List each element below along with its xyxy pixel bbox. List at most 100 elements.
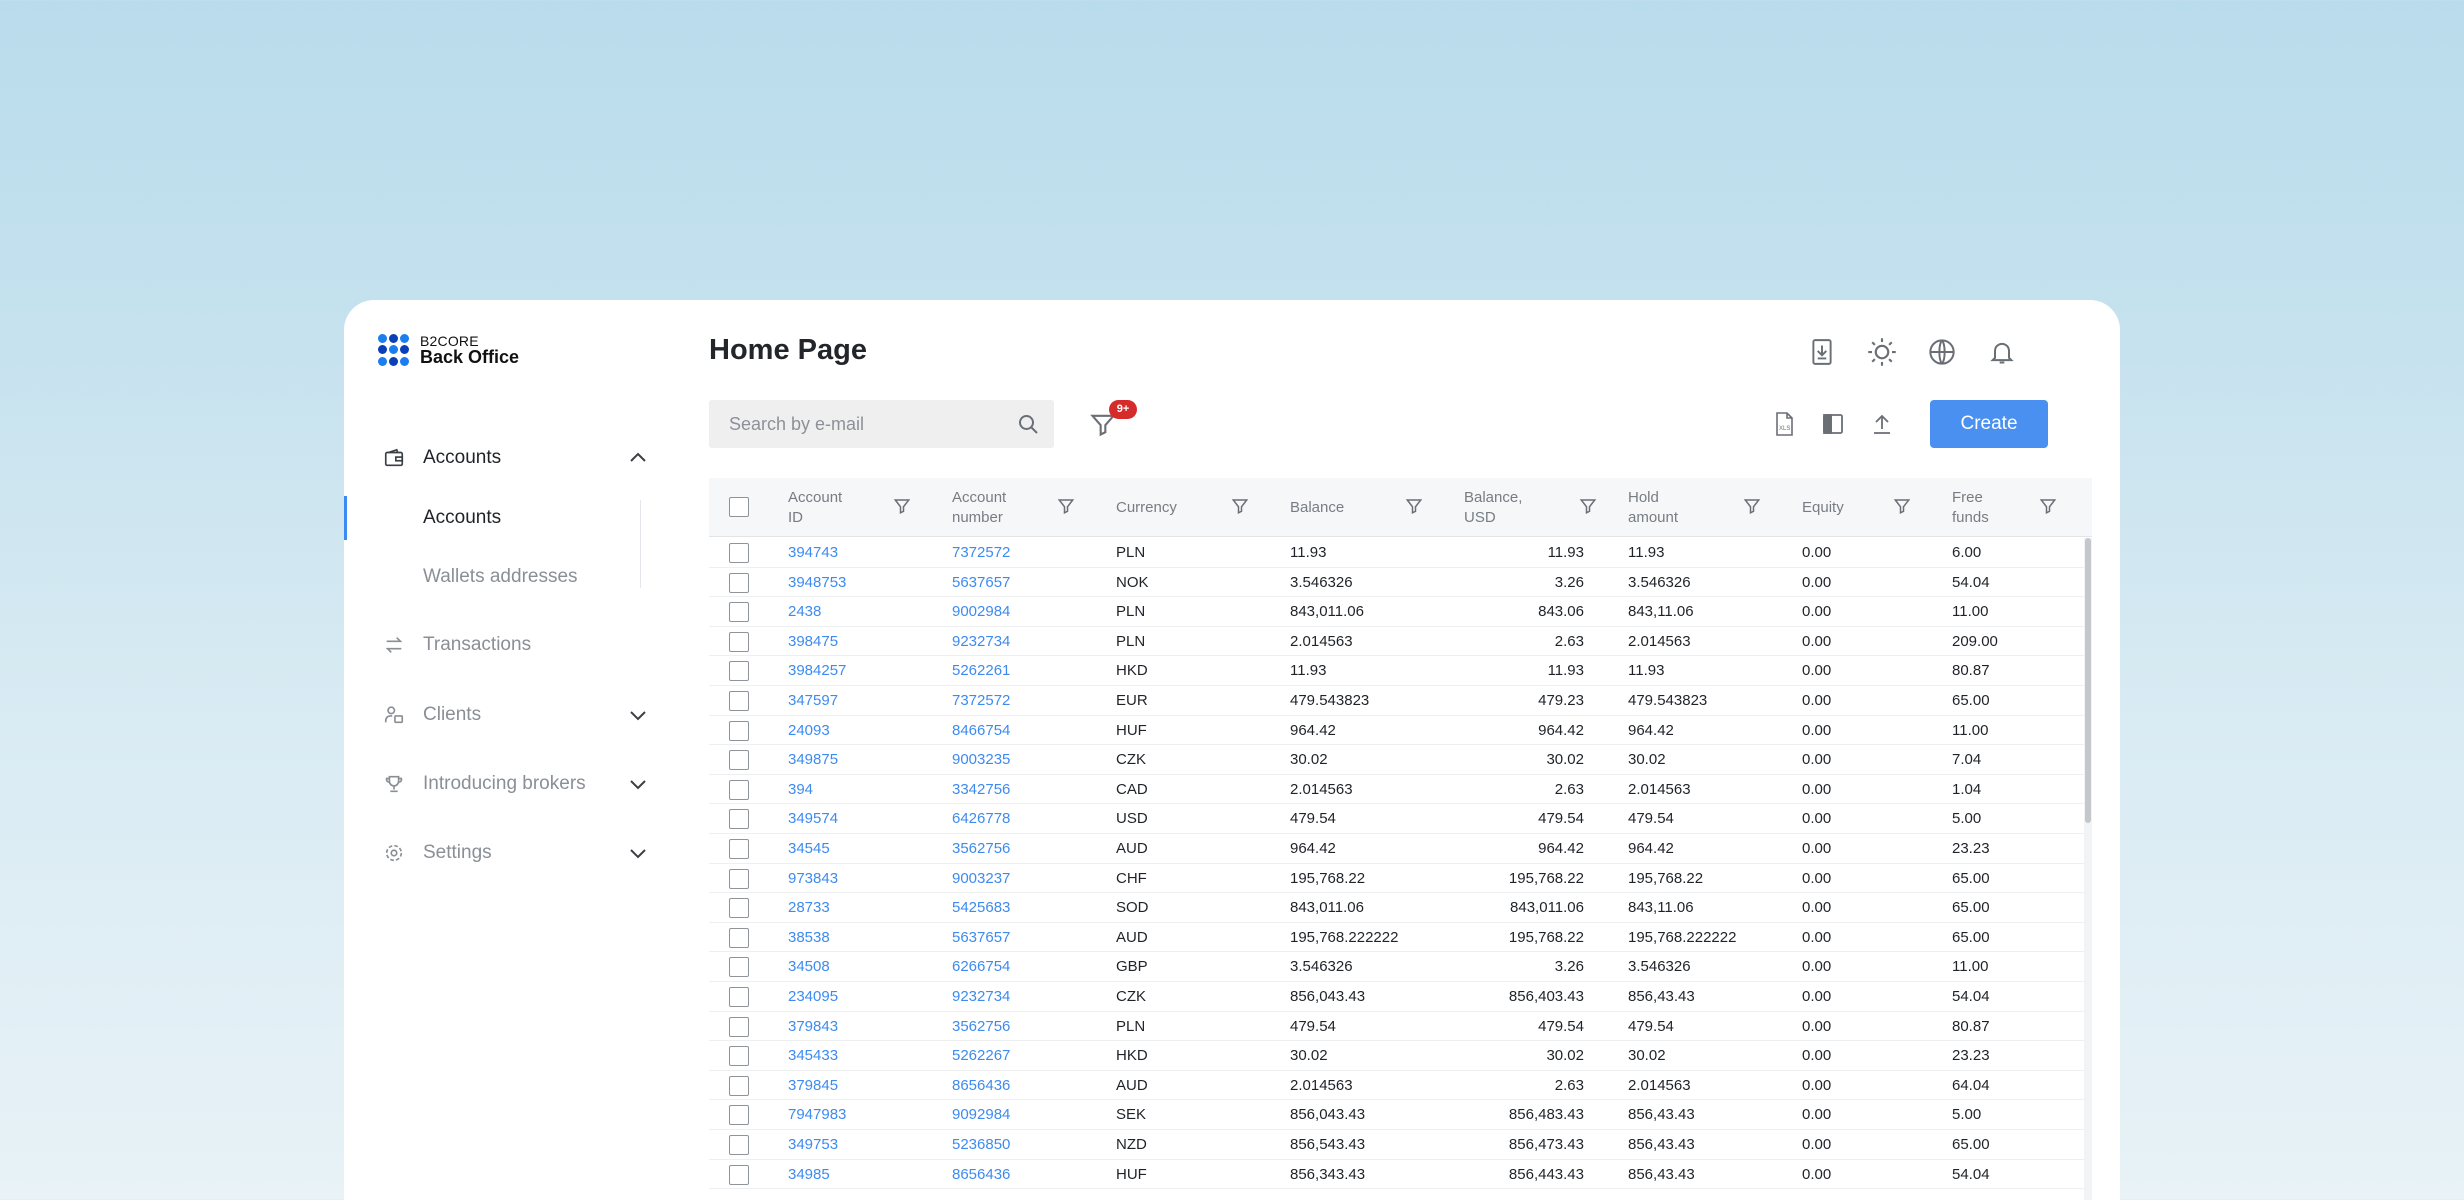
table-row[interactable]: 398475 9232734 PLN 2.014563 2.63 2.014563 0.00… — [709, 627, 2084, 657]
table-cell-link[interactable]: 3984257 — [788, 656, 846, 686]
row-checkbox[interactable] — [729, 720, 749, 741]
table-cell-link[interactable]: 3948753 — [788, 568, 846, 598]
table-cell-link[interactable]: 5262267 — [952, 1041, 1010, 1071]
row-checkbox[interactable] — [729, 1105, 749, 1126]
table-row[interactable]: 234095 9232734 CZK 856,043.43 856,403.43 856,… — [709, 982, 2084, 1012]
table-cell-link[interactable]: 349574 — [788, 804, 838, 834]
row-checkbox[interactable] — [729, 839, 749, 859]
row-checkbox[interactable] — [729, 1164, 749, 1185]
column-header[interactable]: Currency — [1116, 478, 1177, 537]
sidebar-item-transactions[interactable]: Transactions — [344, 623, 674, 667]
table-cell-link[interactable]: 7947983 — [788, 1100, 846, 1130]
column-filter-icon[interactable] — [893, 497, 913, 517]
table-cell-link[interactable]: 379845 — [788, 1071, 838, 1101]
row-checkbox[interactable] — [729, 750, 749, 771]
row-checkbox[interactable] — [729, 602, 749, 623]
column-header[interactable]: Equity — [1802, 478, 1844, 537]
table-cell-link[interactable]: 379843 — [788, 1012, 838, 1042]
column-filter-icon[interactable] — [1057, 497, 1077, 517]
table-cell-link[interactable]: 8466754 — [952, 716, 1010, 746]
table-row[interactable]: 394 3342756 CAD 2.014563 2.63 2.014563 0.00 1.0… — [709, 775, 2084, 805]
sidebar-subitem-wallets-addresses[interactable]: Wallets addresses — [344, 555, 644, 599]
table-cell-link[interactable]: 5637657 — [952, 568, 1010, 598]
table-cell-link[interactable]: 9232734 — [952, 627, 1010, 657]
table-row[interactable]: 28733 5425683 SOD 843,011.06 843,011.06 843,1… — [709, 893, 2084, 923]
table-cell-link[interactable]: 349753 — [788, 1130, 838, 1160]
table-cell-link[interactable]: 3562756 — [952, 834, 1010, 864]
table-row[interactable]: 349753 5236850 NZD 856,543.43 856,473.43 856,… — [709, 1130, 2084, 1160]
table-cell-link[interactable]: 9232734 — [952, 982, 1010, 1012]
column-filter-icon[interactable] — [1893, 497, 1913, 517]
logo[interactable]: B2CORE Back Office — [378, 334, 519, 366]
row-checkbox[interactable] — [729, 927, 749, 948]
table-cell-link[interactable]: 6426778 — [952, 804, 1010, 834]
table-cell-link[interactable]: 9092984 — [952, 1100, 1010, 1130]
table-row[interactable]: 24093 8466754 HUF 964.42 964.42 964.42 0.00 11.… — [709, 716, 2084, 746]
table-cell-link[interactable]: 7372572 — [952, 686, 1010, 716]
table-cell-link[interactable]: 34985 — [788, 1160, 830, 1190]
create-button[interactable]: Create — [1930, 400, 2048, 448]
table-row[interactable]: 349574 6426778 USD 479.54 479.54 479.54 0.00 5.… — [709, 804, 2084, 834]
chevron-down-icon[interactable] — [626, 772, 650, 796]
table-cell-link[interactable]: 24093 — [788, 716, 830, 746]
columns-icon[interactable] — [1817, 408, 1849, 440]
table-cell-link[interactable]: 8656436 — [952, 1071, 1010, 1101]
sidebar-item-clients[interactable]: Clients — [344, 693, 674, 737]
sidebar-subitem-accounts[interactable]: Accounts — [344, 496, 644, 540]
column-header[interactable]: Account ID — [788, 478, 842, 537]
row-checkbox[interactable] — [729, 1016, 749, 1037]
table-cell-link[interactable]: 28733 — [788, 893, 830, 923]
table-cell-link[interactable]: 3562756 — [952, 1012, 1010, 1042]
column-filter-icon[interactable] — [1405, 497, 1425, 517]
table-cell-link[interactable]: 394743 — [788, 538, 838, 568]
upload-icon[interactable] — [1866, 408, 1898, 440]
sidebar-item-introducing-brokers[interactable]: Introducing brokers — [344, 762, 674, 806]
row-checkbox[interactable] — [729, 631, 749, 652]
column-filter-icon[interactable] — [1579, 497, 1599, 517]
sidebar-item-accounts[interactable]: Accounts — [344, 436, 674, 480]
table-cell-link[interactable]: 7372572 — [952, 538, 1010, 568]
table-cell-link[interactable]: 34545 — [788, 834, 830, 864]
table-row[interactable]: 34545 3562756 AUD 964.42 964.42 964.42 0.00 23.… — [709, 834, 2084, 864]
sun-icon[interactable] — [1864, 334, 1900, 370]
table-row[interactable]: 34508 6266754 GBP 3.546326 3.26 3.546326 0.00 1… — [709, 952, 2084, 982]
table-cell-link[interactable]: 398475 — [788, 627, 838, 657]
table-cell-link[interactable]: 5262261 — [952, 656, 1010, 686]
select-all-checkbox[interactable] — [729, 497, 749, 517]
chevron-down-icon[interactable] — [626, 841, 650, 865]
column-filter-icon[interactable] — [1231, 497, 1251, 517]
table-row[interactable]: 347597 7372572 EUR 479.543823 479.23 479.5438… — [709, 686, 2084, 716]
globe-icon[interactable] — [1924, 334, 1960, 370]
table-cell-link[interactable]: 3342756 — [952, 775, 1010, 805]
table-cell-link[interactable]: 9003237 — [952, 864, 1010, 894]
search-input[interactable] — [709, 400, 1009, 448]
row-checkbox[interactable] — [729, 691, 749, 711]
table-cell-link[interactable]: 5236850 — [952, 1130, 1010, 1160]
table-row[interactable]: 3948753 5637657 NOK 3.546326 3.26 3.546326 0.0… — [709, 568, 2084, 598]
scrollbar[interactable] — [2084, 538, 2092, 1200]
row-checkbox[interactable] — [729, 987, 749, 1007]
row-checkbox[interactable] — [729, 1075, 749, 1096]
column-header[interactable]: Account number — [952, 478, 1006, 537]
download-doc-icon[interactable] — [1804, 334, 1840, 370]
row-checkbox[interactable] — [729, 957, 749, 978]
table-row[interactable]: 7947983 9092984 SEK 856,043.43 856,483.43 856… — [709, 1100, 2084, 1130]
row-checkbox[interactable] — [729, 1046, 749, 1067]
column-header[interactable]: Balance — [1290, 478, 1344, 537]
table-cell-link[interactable]: 9003235 — [952, 745, 1010, 775]
chevron-down-icon[interactable] — [626, 703, 650, 727]
sidebar-item-settings[interactable]: Settings — [344, 831, 674, 875]
column-header[interactable]: Hold amount — [1628, 478, 1678, 537]
scrollbar-thumb[interactable] — [2085, 538, 2091, 823]
table-cell-link[interactable]: 349875 — [788, 745, 838, 775]
table-row[interactable]: 3984257 5262261 HKD 11.93 11.93 11.93 0.00 80.8… — [709, 656, 2084, 686]
table-row[interactable]: 379845 8656436 AUD 2.014563 2.63 2.014563 0.00… — [709, 1071, 2084, 1101]
xls-export-icon[interactable]: XLS — [1768, 408, 1800, 440]
table-cell-link[interactable]: 5637657 — [952, 923, 1010, 953]
table-cell-link[interactable]: 8656436 — [952, 1160, 1010, 1190]
column-header[interactable]: Balance, USD — [1464, 478, 1522, 537]
table-cell-link[interactable]: 345433 — [788, 1041, 838, 1071]
chevron-up-icon[interactable] — [626, 446, 650, 470]
table-row[interactable]: 2438 9002984 PLN 843,011.06 843.06 843,11.06 0… — [709, 597, 2084, 627]
table-row[interactable]: 973843 9003237 CHF 195,768.22 195,768.22 195,… — [709, 864, 2084, 894]
